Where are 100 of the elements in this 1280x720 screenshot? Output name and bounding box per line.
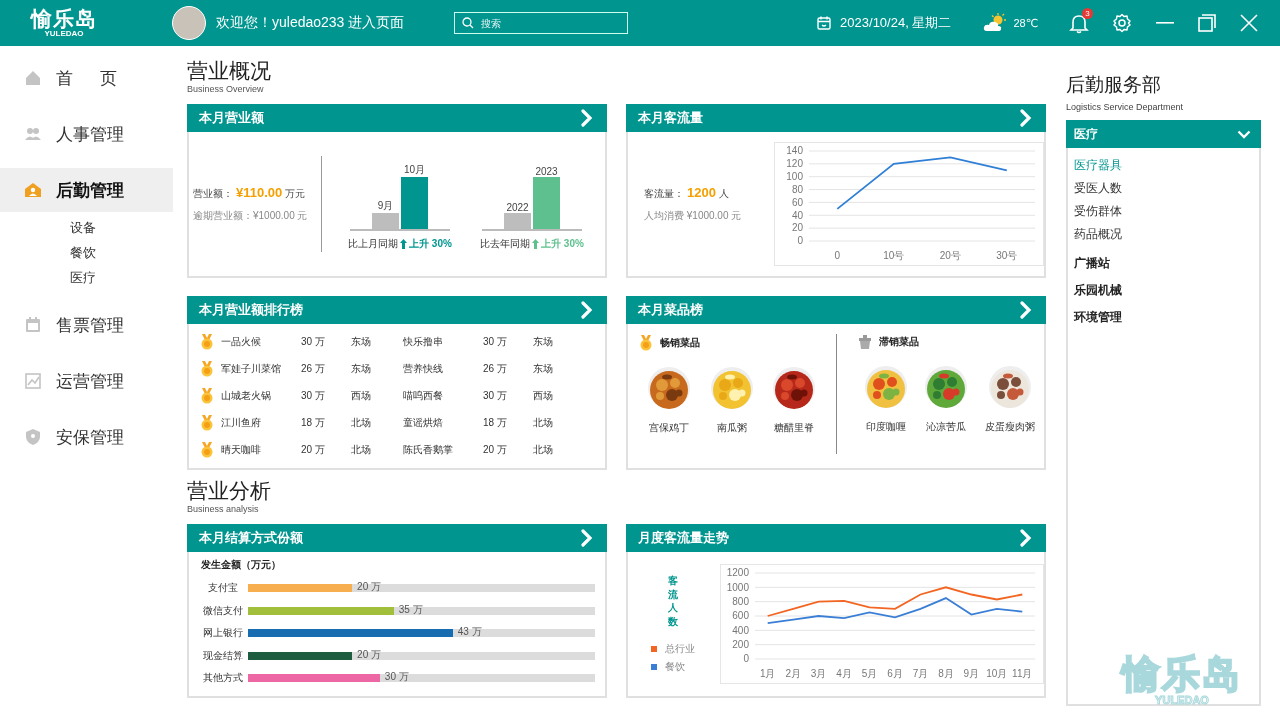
- welcome-text: 欢迎您！yuledao233 进入页面: [216, 14, 405, 32]
- x-tick-label: 2月: [785, 668, 801, 679]
- logistics-icon: [24, 181, 42, 199]
- payment-value: 20 万: [357, 580, 381, 595]
- menu-item[interactable]: 药品概况: [1074, 225, 1259, 244]
- sidebar-item[interactable]: 运营管理: [0, 359, 173, 403]
- chevron-down-icon: [1237, 129, 1251, 139]
- dish-name: 糖醋里脊: [774, 421, 815, 435]
- restaurant-name: 陈氏香鹅掌: [403, 442, 454, 457]
- menu-group[interactable]: 乐园机械: [1068, 277, 1259, 304]
- revenue-unit: 万元: [285, 187, 306, 201]
- traffic-value: 1200: [687, 185, 716, 200]
- restaurant-name: 军娃子川菜馆: [221, 361, 282, 376]
- y-tick-label: 60: [791, 196, 803, 208]
- revenue-label: 营业额：: [193, 187, 233, 201]
- card-title: 本月客流量: [638, 109, 703, 127]
- sidebar-item[interactable]: 后勤管理: [0, 168, 173, 212]
- maximize-icon[interactable]: [1198, 14, 1216, 32]
- department-subtitle: Logistics Service Department: [1066, 102, 1185, 112]
- restaurant-name: 晴天咖啡: [221, 442, 262, 457]
- notification-badge: 3: [1082, 8, 1093, 19]
- y-tick-label: 0: [743, 653, 749, 665]
- y-tick-label: 200: [732, 639, 749, 650]
- bar-label: 10月: [403, 163, 426, 177]
- chevron-right-icon[interactable]: [1020, 109, 1032, 127]
- menu-group-header[interactable]: 医疗: [1066, 120, 1261, 148]
- chart-icon: [24, 372, 42, 390]
- revenue-value: ¥110.00: [236, 185, 283, 200]
- bar-label: 9月: [377, 199, 394, 213]
- ticket-icon: [24, 316, 42, 334]
- bar-label: 2022: [506, 202, 529, 213]
- menu-group[interactable]: 环境管理: [1068, 304, 1259, 331]
- bell-icon[interactable]: [1068, 12, 1090, 34]
- chevron-right-icon[interactable]: [581, 529, 593, 547]
- y-tick-label: 40: [791, 209, 803, 221]
- menu-group[interactable]: 广播站: [1068, 250, 1259, 277]
- chevron-right-icon[interactable]: [1020, 301, 1032, 319]
- card-title: 本月营业额排行榜: [199, 301, 303, 319]
- section-title: 营业概况: [187, 58, 272, 84]
- card-title: 本月结算方式份额: [199, 529, 303, 547]
- payment-label: 微信支付: [202, 603, 244, 618]
- payment-label: 网上银行: [202, 626, 244, 641]
- card-title: 本月菜品榜: [638, 301, 703, 319]
- area-text: 东场: [533, 334, 553, 349]
- dish-name: 宫保鸡丁: [649, 421, 690, 435]
- shield-icon: [24, 428, 42, 446]
- section-title: 营业分析: [187, 478, 272, 504]
- legend-label: 总行业: [665, 642, 695, 656]
- sidebar-item[interactable]: 首 页: [0, 56, 173, 100]
- area-text: 西场: [533, 388, 553, 403]
- dish-name: 印度咖喱: [866, 420, 907, 434]
- sidebar-item[interactable]: 安保管理: [0, 415, 173, 459]
- search-icon: [462, 17, 475, 29]
- sidebar-item[interactable]: 售票管理: [0, 303, 173, 347]
- x-tick-label: 3月: [810, 668, 827, 679]
- area-text: 西场: [351, 388, 371, 403]
- up-arrow-icon: [532, 239, 540, 249]
- area-text: 东场: [351, 361, 371, 376]
- restaurant-name: 江川鱼府: [221, 415, 262, 430]
- department-title: 后勤服务部: [1066, 73, 1162, 97]
- chevron-right-icon[interactable]: [581, 109, 593, 127]
- restaurant-name: 一品火候: [221, 334, 262, 349]
- area-text: 北场: [351, 415, 371, 430]
- avatar[interactable]: [172, 6, 206, 40]
- section-subtitle: Business Overview: [187, 84, 265, 94]
- payment-label: 支付宝: [207, 581, 239, 596]
- sidebar-subitem[interactable]: 医疗: [70, 268, 173, 287]
- area-text: 东场: [533, 361, 553, 376]
- chevron-right-icon[interactable]: [1020, 529, 1032, 547]
- corner-logo-text: 愉乐岛: [1122, 654, 1242, 694]
- per-capita-text: 人均消费 ¥1000.00 元: [644, 209, 743, 223]
- x-tick-label: 7月: [912, 668, 929, 679]
- x-tick-label: 10月: [986, 668, 1008, 679]
- sidebar-subitem[interactable]: 餐饮: [70, 243, 173, 262]
- medal-icon: [199, 333, 215, 350]
- menu-item[interactable]: 受伤群体: [1074, 202, 1259, 221]
- sidebar-subitem[interactable]: 设备: [70, 218, 173, 237]
- area-text: 东场: [351, 334, 371, 349]
- medal-icon: [199, 414, 215, 431]
- x-tick-label: 9月: [963, 668, 980, 679]
- people-icon: [24, 125, 42, 143]
- menu-item[interactable]: 受医人数: [1074, 179, 1259, 198]
- sidebar-item[interactable]: 人事管理: [0, 112, 173, 156]
- medal-icon: [199, 387, 215, 404]
- amount-text: 18 万: [301, 415, 326, 430]
- y-tick-label: 400: [732, 624, 749, 636]
- search-field[interactable]: 搜索: [454, 12, 629, 34]
- chevron-right-icon[interactable]: [581, 301, 593, 319]
- amount-text: 20 万: [301, 442, 326, 457]
- payment-label: 现金结算: [202, 648, 244, 663]
- y-tick-label: 800: [732, 596, 749, 607]
- y-tick-label: 80: [791, 183, 803, 195]
- bar-label: 2023: [535, 166, 558, 177]
- payment-label: 其他方式: [202, 671, 244, 686]
- settings-icon[interactable]: [1112, 13, 1132, 33]
- y-tick-label: 20: [791, 222, 803, 234]
- menu-item[interactable]: 医疗器具: [1074, 156, 1259, 175]
- corner-logo-subtext: YULEDAO: [1155, 694, 1209, 706]
- x-tick-label: 6月: [887, 668, 903, 679]
- close-icon[interactable]: [1240, 14, 1258, 32]
